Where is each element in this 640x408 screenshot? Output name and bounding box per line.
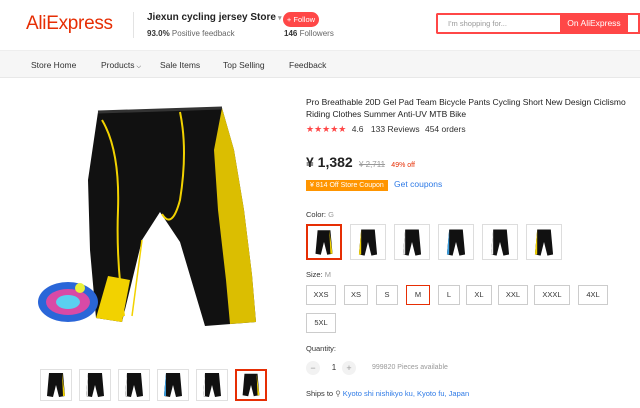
color-option[interactable] xyxy=(482,224,518,260)
nav-store-home[interactable]: Store Home xyxy=(31,51,76,79)
color-option[interactable] xyxy=(438,224,474,260)
coupon-row: ¥ 814 Off Store Coupon Get coupons xyxy=(306,179,442,191)
aliexpress-logo[interactable]: AliExpress xyxy=(26,13,113,35)
product-thumbnail-selected[interactable] xyxy=(235,369,267,401)
discount-badge: 49% off xyxy=(391,162,415,169)
size-option[interactable]: 5XL xyxy=(306,313,336,333)
size-option[interactable]: XXXL xyxy=(534,285,570,305)
store-nav: Store Home Products ⌵ Sale Items Top Sell… xyxy=(0,50,640,78)
star-rating-icon: ★★★★★ xyxy=(306,124,347,134)
header-divider xyxy=(133,12,134,38)
quantity-label: Quantity: xyxy=(306,344,337,353)
color-label: Color: G xyxy=(306,210,334,219)
plus-icon[interactable]: + xyxy=(342,361,356,375)
search-dropdown-button[interactable] xyxy=(628,13,640,34)
price-row: ¥ 1,382 ¥ 2,711 49% off xyxy=(306,154,415,174)
size-option[interactable]: S xyxy=(376,285,398,305)
orders-count: 454 orders xyxy=(424,124,466,134)
store-header: AliExpress Jiexun cycling jersey Store ▾ … xyxy=(0,0,640,50)
current-price: ¥ 1,382 xyxy=(306,154,353,170)
minus-icon[interactable]: − xyxy=(306,361,320,375)
quantity-input[interactable]: 1 xyxy=(327,361,341,375)
color-option[interactable] xyxy=(350,224,386,260)
nav-feedback[interactable]: Feedback xyxy=(289,51,326,79)
product-title: Pro Breathable 20D Gel Pad Team Bicycle … xyxy=(306,97,626,119)
search-button[interactable]: On AliExpress xyxy=(560,13,628,34)
color-option[interactable] xyxy=(394,224,430,260)
nav-top-selling[interactable]: Top Selling xyxy=(223,51,265,79)
size-label: Size: M xyxy=(306,270,332,279)
location-pin-icon: ⚲ xyxy=(335,389,341,398)
size-option-selected[interactable]: M xyxy=(406,285,430,305)
size-option[interactable]: 4XL xyxy=(578,285,608,305)
nav-products[interactable]: Products ⌵ xyxy=(101,51,141,79)
get-coupons-link[interactable]: Get coupons xyxy=(394,179,442,189)
size-option[interactable]: XL xyxy=(466,285,492,305)
size-option[interactable]: L xyxy=(438,285,460,305)
store-coupon-badge: ¥ 814 Off Store Coupon xyxy=(306,180,388,191)
original-price: ¥ 2,711 xyxy=(358,160,386,169)
product-thumbnail[interactable] xyxy=(118,369,150,401)
product-thumbnail[interactable] xyxy=(79,369,111,401)
product-thumbnail[interactable] xyxy=(40,369,72,401)
pieces-available: 999820 Pieces available xyxy=(372,364,448,371)
nav-sale-items[interactable]: Sale Items xyxy=(160,51,200,79)
store-name[interactable]: Jiexun cycling jersey Store ▾ xyxy=(147,12,281,23)
product-thumbnail[interactable] xyxy=(157,369,189,401)
store-feedback: 93.0% Positive feedback xyxy=(147,29,235,38)
rating-row: ★★★★★ 4.6 133 Reviews 454 orders xyxy=(306,124,466,136)
size-option[interactable]: XXS xyxy=(306,285,336,305)
shipping-row: Ships to ⚲ Kyoto shi nishikyo ku, Kyoto … xyxy=(306,389,470,398)
color-option[interactable] xyxy=(526,224,562,260)
color-option-selected[interactable] xyxy=(306,224,342,260)
chevron-down-icon: ▾ xyxy=(277,15,282,22)
product-thumbnail[interactable] xyxy=(196,369,228,401)
size-option[interactable]: XS xyxy=(344,285,368,305)
follow-button[interactable]: + Follow xyxy=(283,12,319,27)
product-main-image[interactable] xyxy=(30,90,280,360)
reviews-count[interactable]: 133 Reviews xyxy=(371,124,420,134)
ships-to-location[interactable]: Kyoto shi nishikyo ku, Kyoto fu, Japan xyxy=(343,389,469,398)
search-input[interactable]: I'm shopping for... xyxy=(436,13,560,34)
size-option[interactable]: XXL xyxy=(498,285,528,305)
rating-value: 4.6 xyxy=(351,124,364,134)
store-followers: 146 Followers xyxy=(284,29,334,38)
chevron-down-icon: ⌵ xyxy=(136,64,142,70)
